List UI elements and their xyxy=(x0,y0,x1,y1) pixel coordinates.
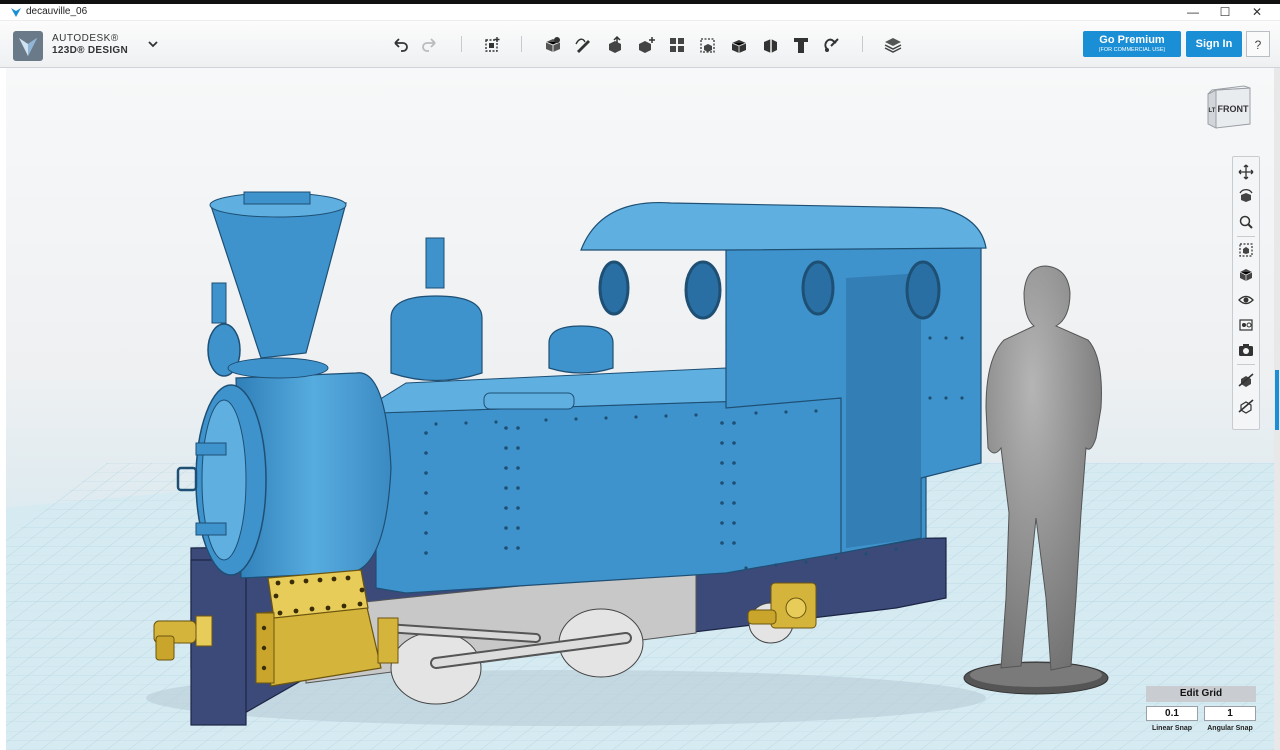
cab-door-opening xyxy=(846,273,921,548)
toolbar-divider xyxy=(461,36,462,52)
material-icon[interactable] xyxy=(882,34,904,56)
linear-snap-input[interactable]: 0.1 xyxy=(1146,706,1198,721)
zoom-icon[interactable] xyxy=(1237,213,1255,231)
fit-icon[interactable] xyxy=(1237,241,1255,259)
autodesk-123d-logo[interactable] xyxy=(12,30,44,62)
pattern-icon[interactable] xyxy=(666,34,688,56)
view-mode-icon[interactable] xyxy=(1237,316,1255,334)
cab-window-3[interactable] xyxy=(801,260,835,316)
window-title: decauville_06 xyxy=(26,6,88,17)
hide-icon[interactable] xyxy=(1237,371,1255,389)
show-icon[interactable] xyxy=(1237,397,1255,415)
app-icon xyxy=(11,8,21,17)
sketch-icon[interactable] xyxy=(573,34,595,56)
combine-icon[interactable] xyxy=(728,34,750,56)
snap-icon[interactable] xyxy=(820,34,842,56)
visibility-icon[interactable] xyxy=(1237,291,1255,309)
brand-product: 123D® DESIGN xyxy=(52,45,128,56)
edit-grid-button[interactable]: Edit Grid xyxy=(1146,686,1256,702)
smokebox-hinge-top xyxy=(195,442,227,456)
3d-scene[interactable] xyxy=(6,68,1274,750)
nav-divider xyxy=(1237,236,1255,237)
angular-snap-input[interactable]: 1 xyxy=(1204,706,1256,721)
orbit-icon[interactable] xyxy=(1237,188,1255,206)
measure-icon[interactable] xyxy=(759,34,781,56)
group-icon[interactable] xyxy=(697,34,719,56)
modify-icon[interactable] xyxy=(635,34,657,56)
view-cube-left-label[interactable]: LT xyxy=(1209,108,1216,114)
go-premium-sublabel: (FOR COMMERCIAL USE) xyxy=(1098,47,1166,53)
angular-snap-label: Angular Snap xyxy=(1207,725,1253,732)
chevron-down-icon[interactable] xyxy=(146,37,160,51)
minimize-button[interactable]: — xyxy=(1176,4,1210,20)
view-cube[interactable]: FRONT LT xyxy=(1204,84,1256,136)
cab-window-4[interactable] xyxy=(905,260,941,320)
main-toolbar: AUTODESK® 123D® DESIGN Go Premium (FOR C… xyxy=(0,21,1280,68)
navigation-bar xyxy=(1232,156,1260,430)
app-window: decauville_06 — ☐ ✕ AUTODESK® 123D® DESI… xyxy=(0,4,1280,750)
view-cube-front-label[interactable]: FRONT xyxy=(1218,104,1249,114)
transform-icon[interactable] xyxy=(481,34,503,56)
3d-viewport[interactable]: FRONT LT Edit Grid 0.1 1 Linear Snap Ang… xyxy=(6,68,1274,750)
whistle[interactable] xyxy=(425,237,445,289)
edit-grid-panel: Edit Grid 0.1 1 Linear Snap Angular Snap xyxy=(1146,686,1256,738)
text-icon[interactable] xyxy=(790,34,812,56)
maximize-button[interactable]: ☐ xyxy=(1208,4,1242,20)
cab-window-2[interactable] xyxy=(684,260,722,320)
steam-dome[interactable] xyxy=(390,295,483,382)
nav-divider xyxy=(1237,364,1255,365)
linear-snap-label: Linear Snap xyxy=(1151,725,1193,732)
pan-icon[interactable] xyxy=(1237,163,1255,181)
cab-window-1[interactable] xyxy=(598,260,630,316)
toolbar-divider xyxy=(521,36,522,52)
top-hatch[interactable] xyxy=(483,392,575,410)
close-button[interactable]: ✕ xyxy=(1240,4,1274,20)
materials-icon[interactable] xyxy=(1237,266,1255,284)
title-bar: decauville_06 — ☐ ✕ xyxy=(0,4,1280,21)
scroll-thumb[interactable] xyxy=(1275,370,1279,430)
help-button[interactable]: ? xyxy=(1246,31,1270,57)
primitives-icon[interactable] xyxy=(542,34,564,56)
sign-in-button[interactable]: Sign In xyxy=(1186,31,1242,57)
undo-icon[interactable] xyxy=(389,34,411,56)
go-premium-label: Go Premium xyxy=(1099,34,1165,46)
cab-roof[interactable] xyxy=(580,201,987,251)
screenshot-icon[interactable] xyxy=(1237,341,1255,359)
brand-autodesk: AUTODESK® xyxy=(52,33,119,44)
sand-dome[interactable] xyxy=(548,325,614,374)
redo-icon[interactable] xyxy=(419,34,441,56)
go-premium-button[interactable]: Go Premium (FOR COMMERCIAL USE) xyxy=(1083,31,1181,57)
toolbar-divider xyxy=(862,36,863,52)
smokebox-hinge-bottom xyxy=(195,522,227,536)
construct-icon[interactable] xyxy=(604,34,626,56)
